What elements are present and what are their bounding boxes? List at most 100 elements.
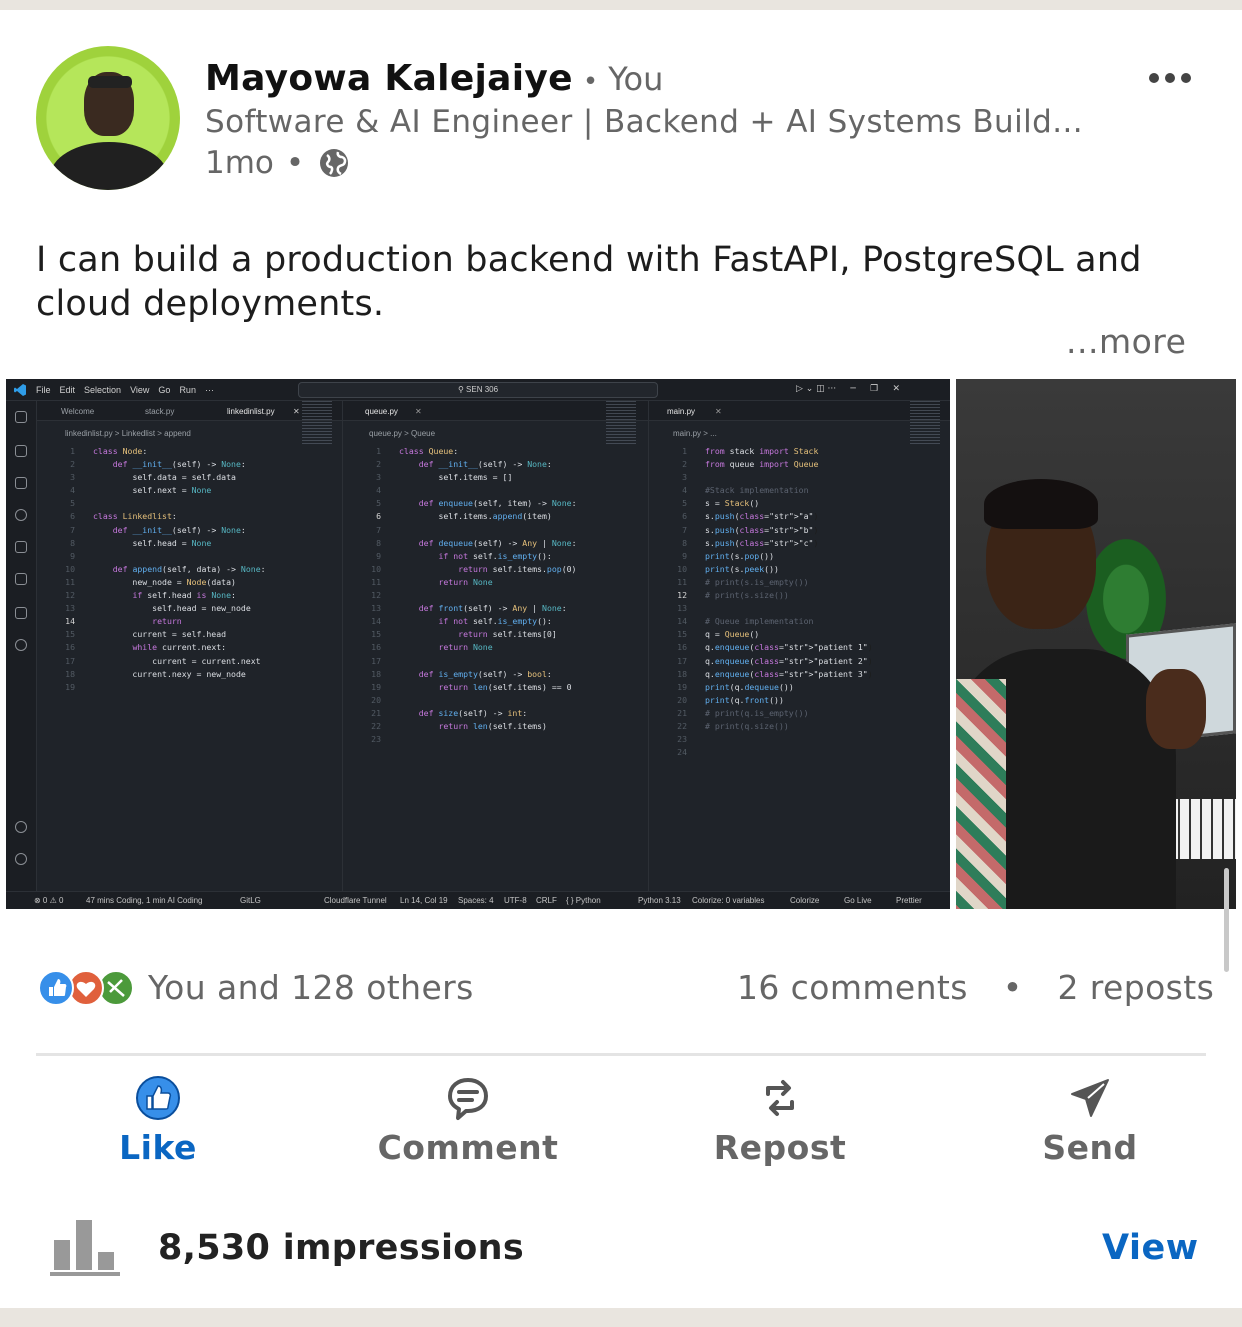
line-number: 2	[682, 459, 687, 470]
line-text: q = Queue()	[705, 629, 760, 640]
line-number: 12	[677, 590, 687, 601]
status-encoding[interactable]: UTF-8	[504, 896, 527, 905]
ide-command-search[interactable]: ⚲ SEN 306	[298, 382, 658, 398]
code-line: 9	[37, 550, 342, 563]
code-line: 15 return self.items[0]	[343, 628, 648, 641]
status-tunnel[interactable]: Cloudflare Tunnel	[324, 896, 387, 905]
status-go-live[interactable]: Go Live	[844, 896, 872, 905]
code-line: 1 from stack import Stack	[649, 445, 950, 458]
author-name[interactable]: Mayowa Kalejaiye	[205, 58, 573, 99]
line-number: 17	[371, 655, 381, 666]
ide-menu-edit[interactable]: Edit	[60, 385, 76, 395]
meta-separator: •	[285, 145, 305, 181]
status-colorize-vars[interactable]: Colorize: 0 variables	[692, 896, 764, 905]
line-number: 10	[371, 563, 381, 574]
ide-menu-view[interactable]: View	[130, 385, 149, 395]
status-colorize[interactable]: Colorize	[790, 896, 819, 905]
line-number: 15	[65, 629, 75, 640]
code-line: 23	[343, 733, 648, 746]
ide-menu-run[interactable]: Run	[179, 385, 196, 395]
status-prettier[interactable]: Prettier	[896, 896, 922, 905]
code-line: 7 def __init__(self) -> None:	[37, 524, 342, 537]
code-line: 12 # print(s.size())	[649, 589, 950, 602]
line-text: def __init__(self) -> None:	[112, 524, 246, 535]
code-line: 2 def __init__(self) -> None:	[343, 458, 648, 471]
line-number: 21	[371, 707, 381, 718]
status-position[interactable]: Ln 14, Col 19	[400, 896, 448, 905]
line-number: 1	[70, 446, 75, 456]
reactions-count[interactable]: You and 128 others	[148, 968, 474, 1007]
files-icon	[15, 477, 27, 489]
like-button[interactable]: Like	[58, 1074, 258, 1167]
line-number: 19	[371, 681, 381, 692]
breadcrumb-2: queue.py > Queue	[369, 429, 436, 438]
line-number: 15	[677, 629, 687, 640]
status-eol[interactable]: CRLF	[536, 896, 557, 905]
post-body-text: I can build a production backend with Fa…	[36, 240, 1142, 324]
ide-menu-selection[interactable]: Selection	[84, 385, 121, 395]
line-text: q.enqueue(class="str">"patient 2")	[705, 655, 873, 666]
line-text: self.head = None	[132, 537, 212, 548]
comments-count[interactable]: 16 comments	[737, 968, 968, 1007]
post-image-selfie-photo[interactable]	[956, 379, 1236, 909]
ide-menu-file[interactable]: File	[36, 385, 51, 395]
code-line: 13	[649, 602, 950, 615]
code-line: 1 class Queue:	[343, 445, 648, 458]
tab-stack-py[interactable]: stack.py	[145, 407, 174, 416]
ide-search-icon: ⚲	[457, 385, 467, 394]
line-text: current.nexy = new_node	[93, 668, 246, 679]
tab-close-icon[interactable]: ✕	[415, 407, 422, 416]
status-language[interactable]: { } Python	[566, 896, 601, 905]
tab-close-icon[interactable]: ✕	[293, 407, 300, 416]
repost-button[interactable]: Repost	[680, 1074, 880, 1167]
tab-close-icon[interactable]: ✕	[715, 407, 722, 416]
line-text: def size(self) -> int:	[418, 707, 528, 718]
view-analytics-link[interactable]: View	[1102, 1228, 1199, 1268]
extensions-icon	[15, 573, 27, 585]
line-number: 24	[677, 747, 687, 758]
live-share-icon	[15, 639, 27, 651]
code-line: 17 q.enqueue(class="str">"patient 2")	[649, 655, 950, 668]
line-number: 7	[682, 524, 687, 535]
status-python-version[interactable]: Python 3.13	[638, 896, 681, 905]
code-line: 12 if self.head is None:	[37, 589, 342, 602]
see-more-link[interactable]: ...more	[1066, 322, 1186, 361]
line-number: 4	[376, 485, 381, 496]
comment-button[interactable]: Comment	[368, 1074, 568, 1167]
line-number: 16	[677, 642, 687, 653]
author-avatar[interactable]	[36, 46, 180, 190]
tab-linkedinlist-py[interactable]: linkedinlist.py	[227, 407, 275, 416]
code-line: 9 if not self.is_empty():	[343, 550, 648, 563]
status-problems[interactable]: ⊗ 0 ⚠ 0	[34, 896, 63, 905]
line-number: 17	[65, 655, 75, 666]
post-image-ide-screenshot[interactable]: File Edit Selection View Go Run ··· ⚲ SE…	[6, 379, 950, 909]
status-gitlg[interactable]: GitLG	[240, 896, 261, 905]
line-number: 5	[682, 498, 687, 509]
tab-queue-py[interactable]: queue.py	[365, 407, 398, 416]
ide-menu-overflow[interactable]: ···	[205, 385, 214, 395]
send-button[interactable]: Send	[990, 1074, 1190, 1167]
status-spaces[interactable]: Spaces: 4	[458, 896, 494, 905]
relation-label: You	[608, 60, 664, 98]
code-line: 6 s.push(class="str">"a")	[649, 510, 950, 523]
scroll-indicator[interactable]	[1224, 868, 1229, 972]
code-line: 8 def dequeue(self) -> Any | None:	[343, 537, 648, 550]
ide-window-controls-icon: ▷ ⌄ ◫ ··· ─ ❐ ✕	[796, 384, 901, 394]
status-coding-time[interactable]: 47 mins Coding, 1 min AI Coding	[86, 896, 203, 905]
reactions-icon-stack[interactable]	[38, 968, 134, 1008]
line-text: current = current.next	[93, 655, 261, 666]
reposts-count[interactable]: 2 reposts	[1058, 968, 1215, 1007]
ide-menu-go[interactable]: Go	[158, 385, 170, 395]
line-number: 16	[65, 642, 75, 653]
code-line: 17	[343, 655, 648, 668]
code-line: 8 self.head = None	[37, 537, 342, 550]
line-number: 18	[677, 668, 687, 679]
code-line: 15 q = Queue()	[649, 628, 950, 641]
line-number: 7	[376, 524, 381, 535]
line-text: print(q.dequeue())	[705, 681, 794, 692]
more-options-icon[interactable]	[1148, 70, 1192, 86]
tab-main-py[interactable]: main.py	[667, 407, 695, 416]
tab-welcome[interactable]: Welcome	[61, 407, 94, 416]
line-text: from queue import Queue	[705, 459, 819, 470]
code-block-1: 1 class Node: 2 def __init__(self) -> None…	[37, 445, 342, 694]
